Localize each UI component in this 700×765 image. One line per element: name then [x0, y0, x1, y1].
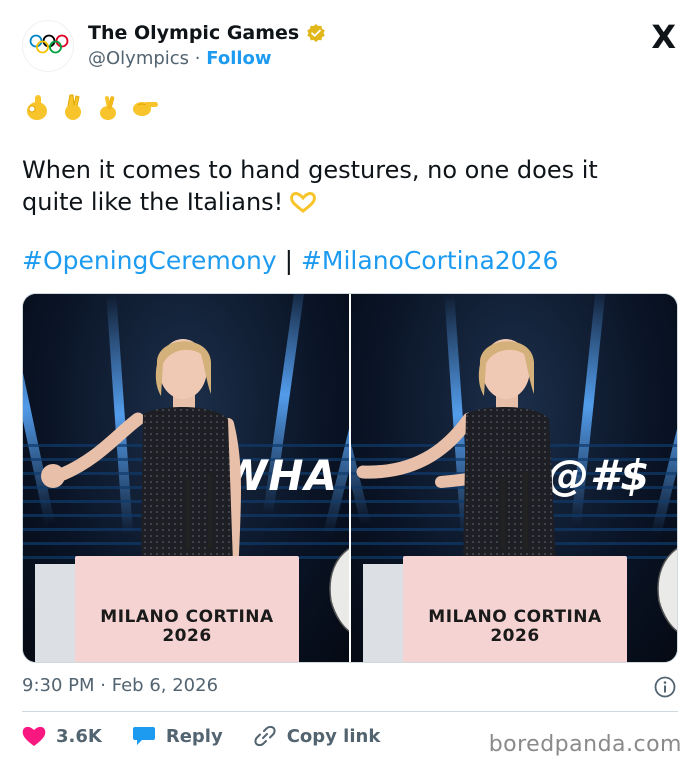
x-logo-icon[interactable]: X — [651, 18, 676, 56]
handle-separator: · — [194, 48, 201, 69]
boredpanda-watermark: boredpanda.com — [488, 732, 682, 757]
account-handle[interactable]: @Olympics — [88, 48, 189, 69]
podium-sign-line1: MILANO CORTINA — [100, 607, 274, 627]
handle-row: @Olympics · Follow — [88, 48, 272, 69]
divider — [22, 711, 678, 712]
crossed-fingers-emoji-icon — [94, 92, 124, 122]
ok-hand-emoji-icon — [22, 92, 52, 122]
follow-button[interactable]: Follow — [206, 48, 271, 69]
tweet-text: When it comes to hand gestures, no one d… — [22, 154, 662, 221]
action-bar: 3.6K Reply Copy link — [22, 724, 410, 748]
podium-sign-line1: MILANO CORTINA — [428, 607, 602, 627]
hashtag-row: #OpeningCeremony | #MilanoCortina2026 — [22, 246, 558, 275]
podium-sign-line2: 2026 — [490, 626, 540, 646]
reply-bubble-icon — [132, 727, 155, 745]
hashtag-milano-cortina[interactable]: #MilanoCortina2026 — [301, 246, 558, 275]
hashtag-separator: | — [284, 246, 294, 275]
olympic-rings-icon — [29, 34, 69, 54]
podium-side — [363, 564, 403, 662]
media-image-right[interactable]: @#$ MILANO CORTINA 2026 — [351, 294, 677, 662]
presenter-figure — [41, 339, 242, 564]
reply-label: Reply — [165, 725, 223, 747]
account-name[interactable]: The Olympic Games — [88, 22, 299, 44]
tweet-timestamp[interactable]: 9:30 PM · Feb 6, 2026 — [22, 675, 218, 696]
gloved-hand-graphic — [329, 547, 349, 633]
copy-link-button[interactable]: Copy link — [253, 724, 381, 748]
heart-hands-emoji-icon — [289, 189, 317, 221]
media-image-left[interactable]: WHA MILANO CORTINA 2026 — [23, 294, 349, 662]
pinched-fingers-emoji-icon — [58, 92, 88, 122]
verified-badge-icon — [307, 24, 325, 42]
heart-icon — [22, 726, 46, 746]
reply-button[interactable]: Reply — [132, 725, 223, 747]
tweet-date: Feb 6, 2026 — [111, 675, 219, 696]
like-button[interactable]: 3.6K — [22, 725, 102, 747]
hashtag-opening-ceremony[interactable]: #OpeningCeremony — [22, 246, 277, 275]
tweet-time: 9:30 PM — [22, 675, 95, 696]
podium: MILANO CORTINA 2026 — [75, 556, 299, 662]
gloved-hand-graphic — [657, 547, 677, 633]
link-icon — [254, 725, 276, 747]
like-count: 3.6K — [56, 725, 102, 747]
pointing-hand-emoji-icon — [130, 92, 160, 122]
presenter-figure — [356, 339, 556, 564]
olympic-rings-avatar[interactable] — [22, 20, 74, 72]
podium: MILANO CORTINA 2026 — [403, 556, 627, 662]
podium-sign-line2: 2026 — [162, 626, 212, 646]
info-icon[interactable] — [654, 676, 676, 698]
podium-sign: MILANO CORTINA 2026 — [75, 608, 299, 646]
tweet-media[interactable]: WHA MILANO CORTINA 2026 @#$ MILANO CORTI… — [22, 293, 678, 663]
tweet-header: The Olympic Games @Olympics · Follow X — [22, 14, 680, 74]
emoji-row — [22, 92, 160, 122]
copy-link-label: Copy link — [286, 725, 381, 747]
podium-side — [35, 564, 75, 662]
podium-sign: MILANO CORTINA 2026 — [403, 608, 627, 646]
account-name-row: The Olympic Games — [88, 22, 326, 44]
timestamp-separator: · — [100, 675, 106, 696]
